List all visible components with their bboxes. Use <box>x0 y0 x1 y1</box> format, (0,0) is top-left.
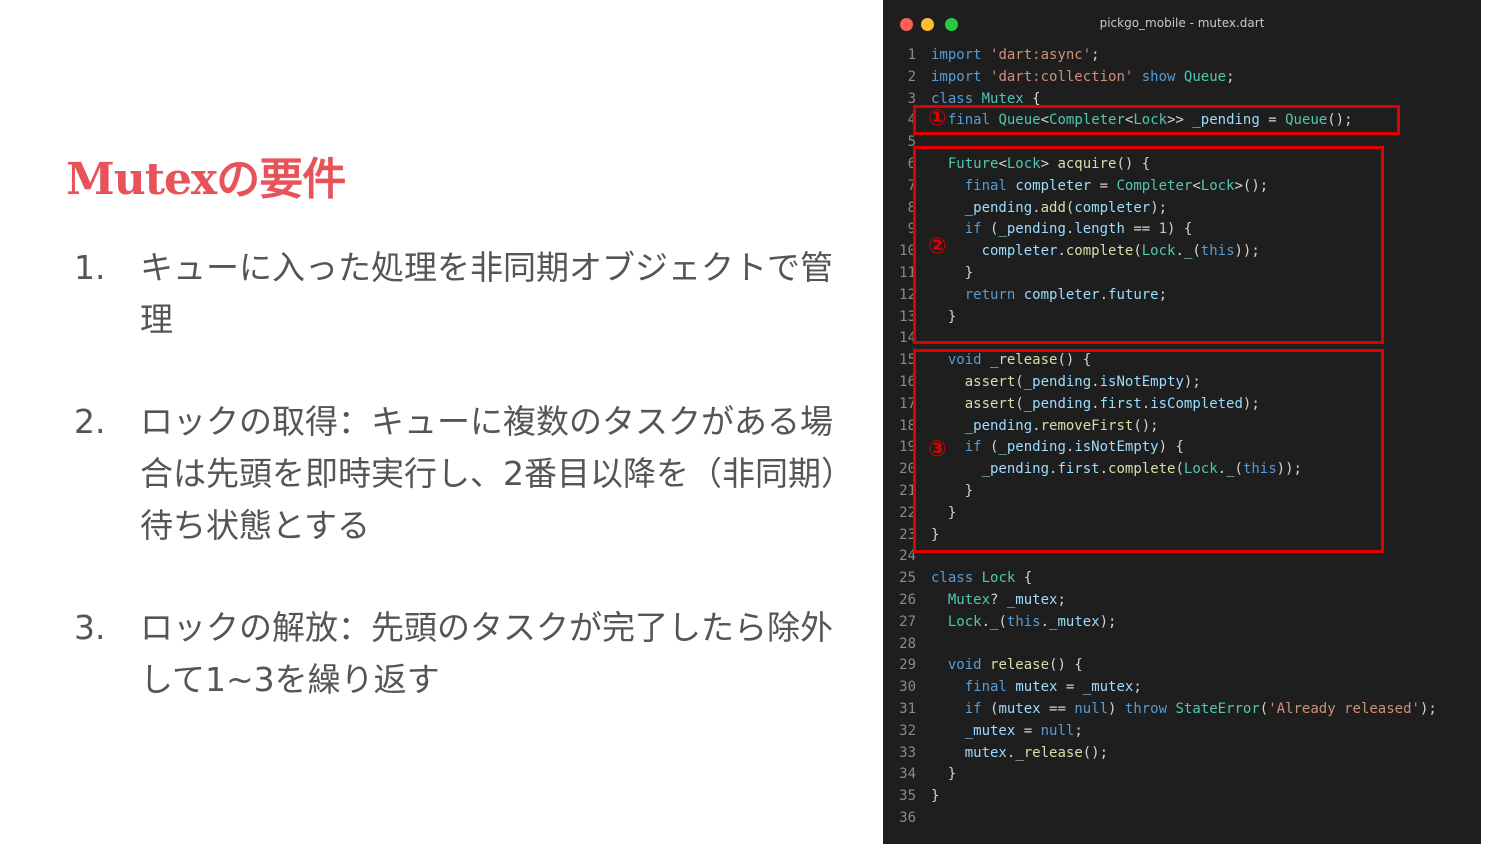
line-number: 26 <box>899 591 916 608</box>
code-line: 1 import 'dart:async'; <box>883 45 1481 67</box>
code-text: import 'dart:collection' show Queue; <box>931 68 1235 85</box>
line-number: 31 <box>899 700 916 717</box>
code-text: if (mutex == null) throw StateError('Alr… <box>964 700 1437 717</box>
code-line: 34 } <box>883 764 1481 786</box>
code-line: 30 final mutex = _mutex; <box>883 677 1481 699</box>
list-item: 1. キューに入った処理を非同期オブジェクトで管理 <box>74 242 844 346</box>
code-text: } <box>931 766 957 783</box>
code-text: } <box>931 788 940 805</box>
code-line: 2 import 'dart:collection' show Queue; <box>883 67 1481 89</box>
list-item-text: ロックの解放：先頭のタスクが完了したら除外して1~3を繰り返す <box>140 608 833 699</box>
line-number: 33 <box>899 744 916 761</box>
line-number: 34 <box>899 766 916 783</box>
code-line: 27 Lock._(this._mutex); <box>883 612 1481 634</box>
slide-title: Mutexの要件 <box>66 154 346 205</box>
code-text: class Lock { <box>931 570 1033 587</box>
code-text: void release() { <box>947 657 1083 674</box>
badge-3: ③ <box>928 437 947 462</box>
code-text: Lock._(this._mutex); <box>947 613 1117 630</box>
code-text: _mutex = null; <box>964 722 1083 739</box>
requirements-list: 1. キューに入った処理を非同期オブジェクトで管理 2. ロックの取得：キューに… <box>74 242 844 756</box>
line-number: 2 <box>907 68 916 85</box>
line-number: 36 <box>899 809 916 826</box>
line-number: 35 <box>899 788 916 805</box>
code-line: 25 class Lock { <box>883 568 1481 590</box>
code-line: 36 <box>883 808 1481 830</box>
list-item-text: ロックの取得：キューに複数のタスクがある場合は先頭を即時実行し、2番目以降を（非… <box>140 402 838 545</box>
code-editor-window: pickgo_mobile - mutex.dart 1 import 'dart… <box>883 0 1481 844</box>
line-number: 1 <box>907 47 916 63</box>
list-item-text: キューに入った処理を非同期オブジェクトで管理 <box>140 248 833 339</box>
code-text: Mutex? _mutex; <box>947 591 1066 608</box>
code-text: final mutex = _mutex; <box>964 679 1142 696</box>
line-number: 32 <box>899 722 916 739</box>
list-item-number: 1. <box>74 248 106 287</box>
badge-2: ② <box>928 234 947 259</box>
code-line: 31 if (mutex == null) throw StateError('… <box>883 699 1481 721</box>
code-line: 35} <box>883 786 1481 808</box>
list-item-number: 2. <box>74 402 106 441</box>
line-number: 29 <box>899 657 916 674</box>
code-line: 33 mutex._release(); <box>883 743 1481 765</box>
code-line: 32 _mutex = null; <box>883 721 1481 743</box>
highlight-box-1 <box>913 105 1400 135</box>
code-line: 29 void release() { <box>883 655 1481 677</box>
badge-1: ① <box>928 106 947 131</box>
list-item-number: 3. <box>74 608 106 647</box>
list-item: 2. ロックの取得：キューに複数のタスクがある場合は先頭を即時実行し、2番目以降… <box>74 396 844 552</box>
line-number: 28 <box>899 635 916 652</box>
line-number: 27 <box>899 613 916 630</box>
code-text: import 'dart:async'; <box>931 47 1100 63</box>
line-number: 25 <box>899 570 916 587</box>
code-text: mutex._release(); <box>964 744 1109 761</box>
code-line: 26 Mutex? _mutex; <box>883 590 1481 612</box>
highlight-box-2 <box>913 146 1384 344</box>
list-item: 3. ロックの解放：先頭のタスクが完了したら除外して1~3を繰り返す <box>74 602 844 706</box>
highlight-box-3 <box>913 349 1384 553</box>
line-number: 30 <box>899 679 916 696</box>
code-line: 28 <box>883 634 1481 656</box>
window-title: pickgo_mobile - mutex.dart <box>1099 16 1265 30</box>
